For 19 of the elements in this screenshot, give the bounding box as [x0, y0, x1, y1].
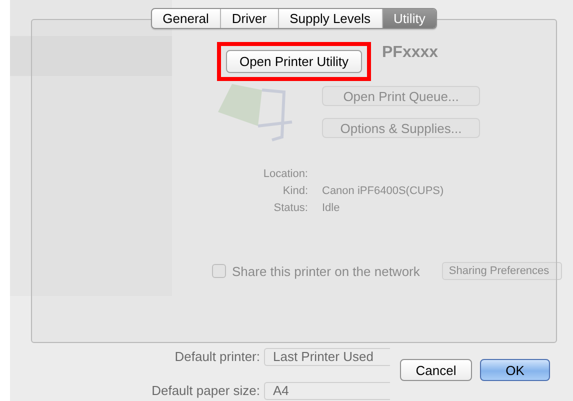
- default-paper-size-label: Default paper size:: [150, 382, 260, 400]
- info-value: Idle: [322, 202, 341, 214]
- info-value: Canon iPF6400S(CUPS): [322, 185, 445, 197]
- default-printer-popup[interactable]: Last Printer Used: [264, 348, 390, 366]
- tab[interactable]: Utility: [382, 9, 436, 28]
- default-printer-label: Default printer:: [174, 348, 260, 366]
- printer-name: PFxxxx: [382, 44, 440, 63]
- tab[interactable]: General: [152, 9, 220, 28]
- share-checkbox[interactable]: [212, 264, 226, 278]
- open-printer-utility-button[interactable]: Open Printer Utility: [226, 50, 362, 73]
- default-button[interactable]: OK: [480, 359, 550, 381]
- default-paper-size-popup[interactable]: A4: [264, 382, 390, 400]
- sidebar-selected-row[interactable]: [10, 36, 172, 76]
- info-label: Kind:: [282, 185, 308, 197]
- dialog-button[interactable]: Cancel: [400, 359, 472, 381]
- info-label: Location:: [262, 168, 308, 180]
- tab[interactable]: Driver: [220, 9, 278, 28]
- share-label: Share this printer on the network: [232, 264, 420, 278]
- info-label: Status:: [272, 202, 308, 214]
